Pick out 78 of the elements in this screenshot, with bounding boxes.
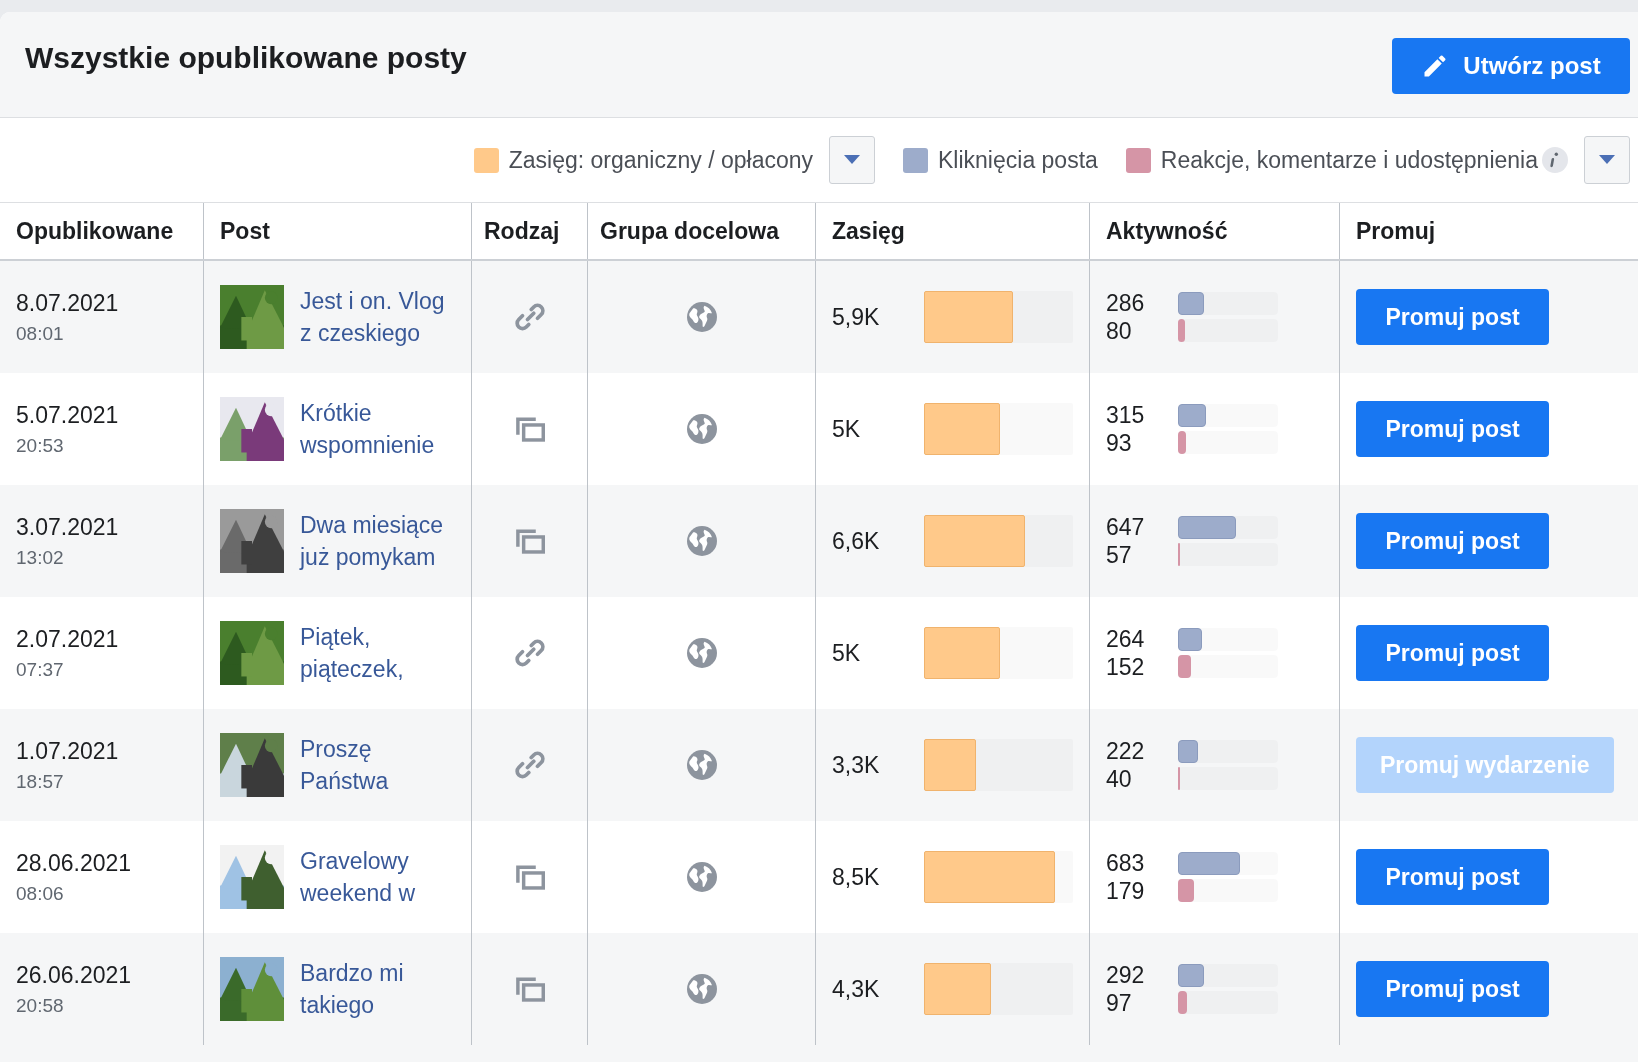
stacked-photos-icon	[514, 416, 545, 442]
promote-button[interactable]: Promuj post	[1356, 625, 1549, 681]
reach-value: 8,5K	[832, 863, 881, 891]
reactions-value: 40	[1106, 765, 1133, 793]
reactions-value: 80	[1106, 317, 1133, 345]
clicks-value: 647	[1106, 513, 1145, 541]
globe-icon	[686, 862, 717, 892]
promote-button[interactable]: Promuj post	[1356, 961, 1549, 1017]
post-title-link[interactable]: Gravelowy weekend w	[300, 845, 455, 909]
reach-value: 4,3K	[832, 975, 881, 1003]
clicks-value: 264	[1106, 625, 1145, 653]
post-title-link[interactable]: Jest i on. Vlog z czeskiego	[300, 285, 455, 349]
stacked-photos-icon	[514, 976, 545, 1002]
post-title-link[interactable]: Dwa miesiące już pomykam	[300, 509, 455, 573]
post-title-link[interactable]: Krótkie wspomnienie	[300, 397, 455, 461]
reactions-value: 179	[1106, 877, 1145, 905]
post-date: 5.07.2021	[16, 401, 119, 429]
post-title-link[interactable]: Piątek, piąteczek,	[300, 621, 455, 685]
legend-label: Zasięg: organiczny / opłacony	[508, 146, 813, 174]
legend-label: Reakcje, komentarze i udostępnienia	[1160, 146, 1538, 174]
clicks-value: 222	[1106, 737, 1145, 765]
globe-icon	[686, 974, 717, 1004]
stacked-photos-icon	[514, 528, 545, 554]
promote-button[interactable]: Promuj post	[1356, 289, 1549, 345]
clicks-value: 286	[1106, 289, 1145, 317]
globe-icon	[686, 302, 717, 332]
globe-icon	[686, 414, 717, 444]
post-date: 2.07.2021	[16, 625, 119, 653]
caret-icon	[1599, 155, 1615, 165]
column-header: Promuj	[1355, 216, 1437, 246]
reach-value: 5,9K	[832, 303, 881, 331]
post-date: 8.07.2021	[16, 289, 119, 317]
clicks-value: 315	[1106, 401, 1145, 429]
globe-icon	[686, 750, 717, 780]
reach-value: 5K	[832, 415, 862, 443]
promote-button[interactable]: Promuj post	[1356, 401, 1549, 457]
reactions-value: 97	[1106, 989, 1133, 1017]
post-date: 26.06.2021	[16, 961, 132, 989]
post-time: 18:57	[16, 770, 64, 793]
clicks-value: 683	[1106, 849, 1145, 877]
globe-icon	[686, 526, 717, 556]
reactions-value: 152	[1106, 653, 1145, 681]
post-date: 3.07.2021	[16, 513, 119, 541]
post-date: 28.06.2021	[16, 849, 132, 877]
reactions-value: 57	[1106, 541, 1133, 569]
promote-button[interactable]: Promuj post	[1356, 513, 1549, 569]
globe-icon	[686, 638, 717, 668]
post-time: 07:37	[16, 658, 64, 681]
dropdown-button[interactable]	[829, 136, 875, 184]
link-icon	[514, 302, 545, 332]
post-time: 13:02	[16, 546, 64, 569]
dropdown-button[interactable]	[1584, 136, 1630, 184]
legend-label: Kliknięcia posta	[938, 146, 1098, 174]
post-title-link[interactable]: Proszę Państwa	[300, 733, 455, 797]
link-icon	[514, 750, 545, 780]
post-time: 08:06	[16, 882, 64, 905]
caret-icon	[844, 155, 860, 165]
column-header: Aktywność	[1090, 203, 1340, 259]
post-title-link[interactable]: Bardzo mi takiego	[300, 957, 455, 1021]
post-time: 08:01	[16, 322, 64, 345]
reach-value: 5K	[832, 639, 862, 667]
column-header: Post	[204, 203, 472, 259]
reactions-value: 93	[1106, 429, 1133, 457]
column-header: Grupa docelowa	[588, 203, 816, 259]
page-title: Wszystkie opublikowane posty	[25, 41, 467, 75]
link-icon	[514, 638, 545, 668]
stacked-photos-icon	[514, 864, 545, 890]
promote-button[interactable]: Promuj post	[1356, 849, 1549, 905]
column-header: Rodzaj	[472, 203, 588, 259]
clicks-value: 292	[1106, 961, 1145, 989]
column-header: Opublikowane	[0, 203, 204, 259]
create-post-button[interactable]: Utwórz post	[1392, 38, 1630, 94]
post-time: 20:58	[16, 994, 64, 1017]
post-time: 20:53	[16, 434, 64, 457]
column-header: Zasięg	[816, 203, 1090, 259]
reach-value: 6,6K	[832, 527, 881, 555]
post-date: 1.07.2021	[16, 737, 119, 765]
reach-value: 3,3K	[832, 751, 881, 779]
